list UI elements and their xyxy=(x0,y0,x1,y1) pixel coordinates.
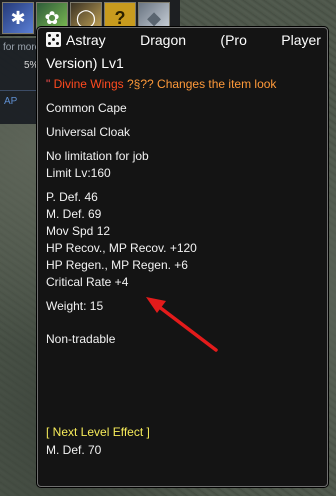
annotation-arrow-icon xyxy=(146,297,218,352)
